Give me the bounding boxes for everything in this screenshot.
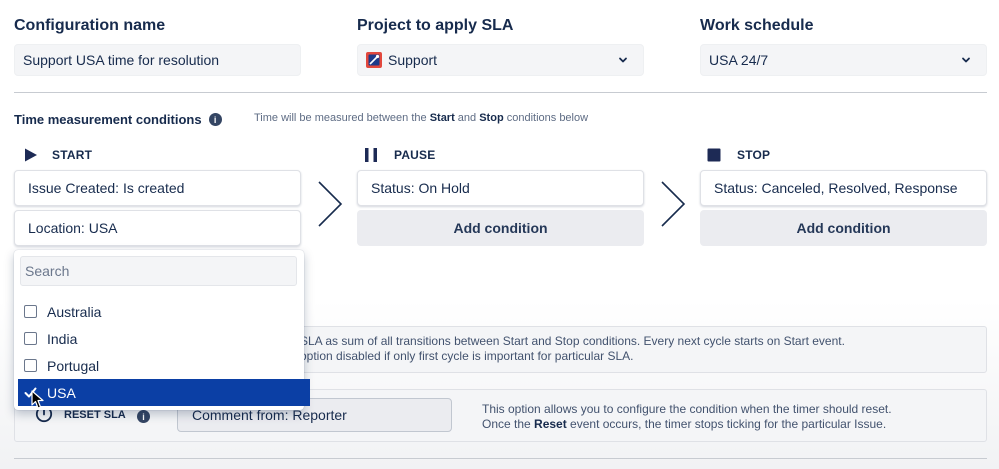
time-conditions-title: Time measurement conditions i bbox=[14, 112, 222, 127]
checkbox[interactable] bbox=[24, 305, 37, 318]
hint-text: Time will be measured between the bbox=[254, 112, 430, 124]
time-conditions-title-text: Time measurement conditions bbox=[14, 112, 202, 127]
option-usa[interactable]: USA bbox=[18, 379, 310, 406]
pause-add-condition-button[interactable]: Add condition bbox=[357, 210, 644, 246]
config-name-label: Configuration name bbox=[14, 17, 166, 34]
hint-start: Start bbox=[429, 112, 455, 124]
divider bbox=[14, 458, 987, 459]
stop-header: STOP bbox=[707, 148, 770, 162]
play-icon bbox=[25, 148, 37, 162]
checkbox[interactable] bbox=[24, 332, 37, 345]
cycle-description-line: option disabled if only first cycle is i… bbox=[300, 349, 634, 363]
time-conditions-hint: Time will be measured between the Start … bbox=[254, 112, 588, 124]
condition-label: Location: USA bbox=[28, 220, 118, 236]
option-australia[interactable]: Australia bbox=[14, 298, 304, 325]
stop-icon bbox=[707, 148, 721, 162]
option-label: Portugal bbox=[47, 357, 100, 374]
work-schedule-label: Work schedule bbox=[700, 17, 814, 34]
desc-text: Once the bbox=[482, 417, 535, 431]
start-condition-issue-created[interactable]: Issue Created: Is created bbox=[14, 170, 301, 206]
project-select[interactable]: Support bbox=[357, 44, 644, 76]
condition-label: Issue Created: Is created bbox=[28, 180, 185, 196]
reset-description-line: Once the Reset event occurs, the timer s… bbox=[482, 417, 892, 432]
location-dropdown[interactable]: Search Australia India Portugal USA bbox=[14, 250, 310, 410]
option-label: Australia bbox=[47, 303, 102, 320]
info-icon[interactable]: i bbox=[137, 410, 150, 423]
cycle-description: SLA as sum of all transitions between St… bbox=[300, 334, 845, 364]
stop-add-condition-button[interactable]: Add condition bbox=[700, 210, 987, 246]
reset-description-line: This option allows you to configure the … bbox=[482, 402, 892, 416]
reset-description: This option allows you to configure the … bbox=[482, 402, 892, 432]
project-label: Project to apply SLA bbox=[357, 17, 514, 34]
condition-label: Status: Canceled, Resolved, Response bbox=[714, 180, 958, 196]
dropdown-search-input[interactable]: Search bbox=[20, 256, 297, 286]
condition-label: Status: On Hold bbox=[371, 180, 470, 196]
hint-text: and bbox=[454, 112, 480, 124]
option-india[interactable]: India bbox=[14, 325, 304, 352]
cursor-icon bbox=[31, 390, 44, 409]
chevron-right-icon bbox=[318, 181, 343, 227]
chevron-right-icon bbox=[661, 181, 686, 227]
pause-icon bbox=[365, 148, 377, 162]
project-icon bbox=[366, 52, 382, 68]
start-label: START bbox=[52, 148, 93, 162]
project-value: Support bbox=[388, 52, 438, 68]
info-icon[interactable]: i bbox=[208, 113, 222, 126]
work-schedule-value: USA 24/7 bbox=[709, 52, 769, 68]
desc-text: event occurs, the timer stops ticking fo… bbox=[566, 417, 887, 431]
chevron-down-icon bbox=[619, 57, 627, 63]
search-placeholder: Search bbox=[25, 263, 70, 279]
chevron-down-icon bbox=[962, 57, 970, 63]
start-condition-location[interactable]: Location: USA bbox=[14, 210, 301, 246]
config-name-input[interactable]: Support USA time for resolution bbox=[14, 44, 301, 76]
reset-sla-label: RESET SLA bbox=[64, 409, 126, 421]
option-label: USA bbox=[47, 384, 76, 401]
hint-stop: Stop bbox=[479, 112, 504, 124]
pause-header: PAUSE bbox=[364, 148, 435, 162]
stop-condition-status[interactable]: Status: Canceled, Resolved, Response bbox=[700, 170, 987, 206]
option-portugal[interactable]: Portugal bbox=[14, 352, 304, 379]
cycle-description-line: SLA as sum of all transitions between St… bbox=[300, 334, 845, 348]
config-name-value: Support USA time for resolution bbox=[23, 52, 220, 68]
work-schedule-select[interactable]: USA 24/7 bbox=[700, 44, 987, 76]
start-header: START bbox=[24, 148, 92, 162]
checkbox[interactable] bbox=[24, 359, 37, 372]
pause-condition-on-hold[interactable]: Status: On Hold bbox=[357, 170, 644, 206]
option-label: India bbox=[47, 330, 78, 347]
divider bbox=[14, 92, 987, 93]
hint-text: conditions below bbox=[503, 112, 589, 124]
desc-bold: Reset bbox=[534, 417, 567, 431]
stop-label: STOP bbox=[737, 148, 771, 162]
pause-label: PAUSE bbox=[394, 148, 436, 162]
